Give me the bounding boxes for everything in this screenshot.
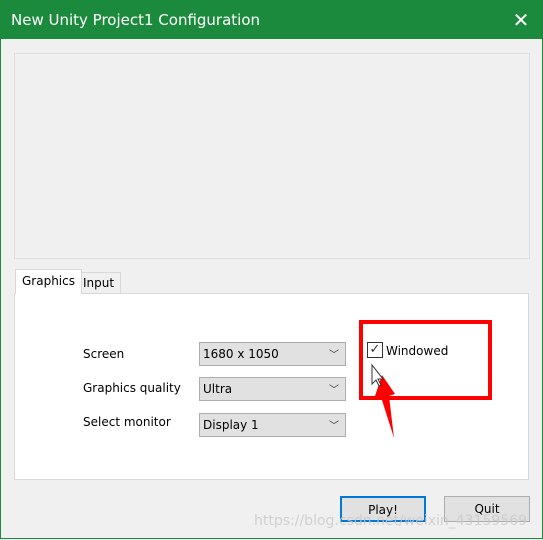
arrow-shape xyxy=(374,375,395,438)
annotation-arrow xyxy=(371,363,395,438)
config-window: New Unity Project1 Configuration ✕ Graph… xyxy=(0,0,543,539)
tab-graphics[interactable]: Graphics xyxy=(15,269,82,294)
watermark: https://blog.csdn.net/weixin_43159569 xyxy=(254,513,528,529)
